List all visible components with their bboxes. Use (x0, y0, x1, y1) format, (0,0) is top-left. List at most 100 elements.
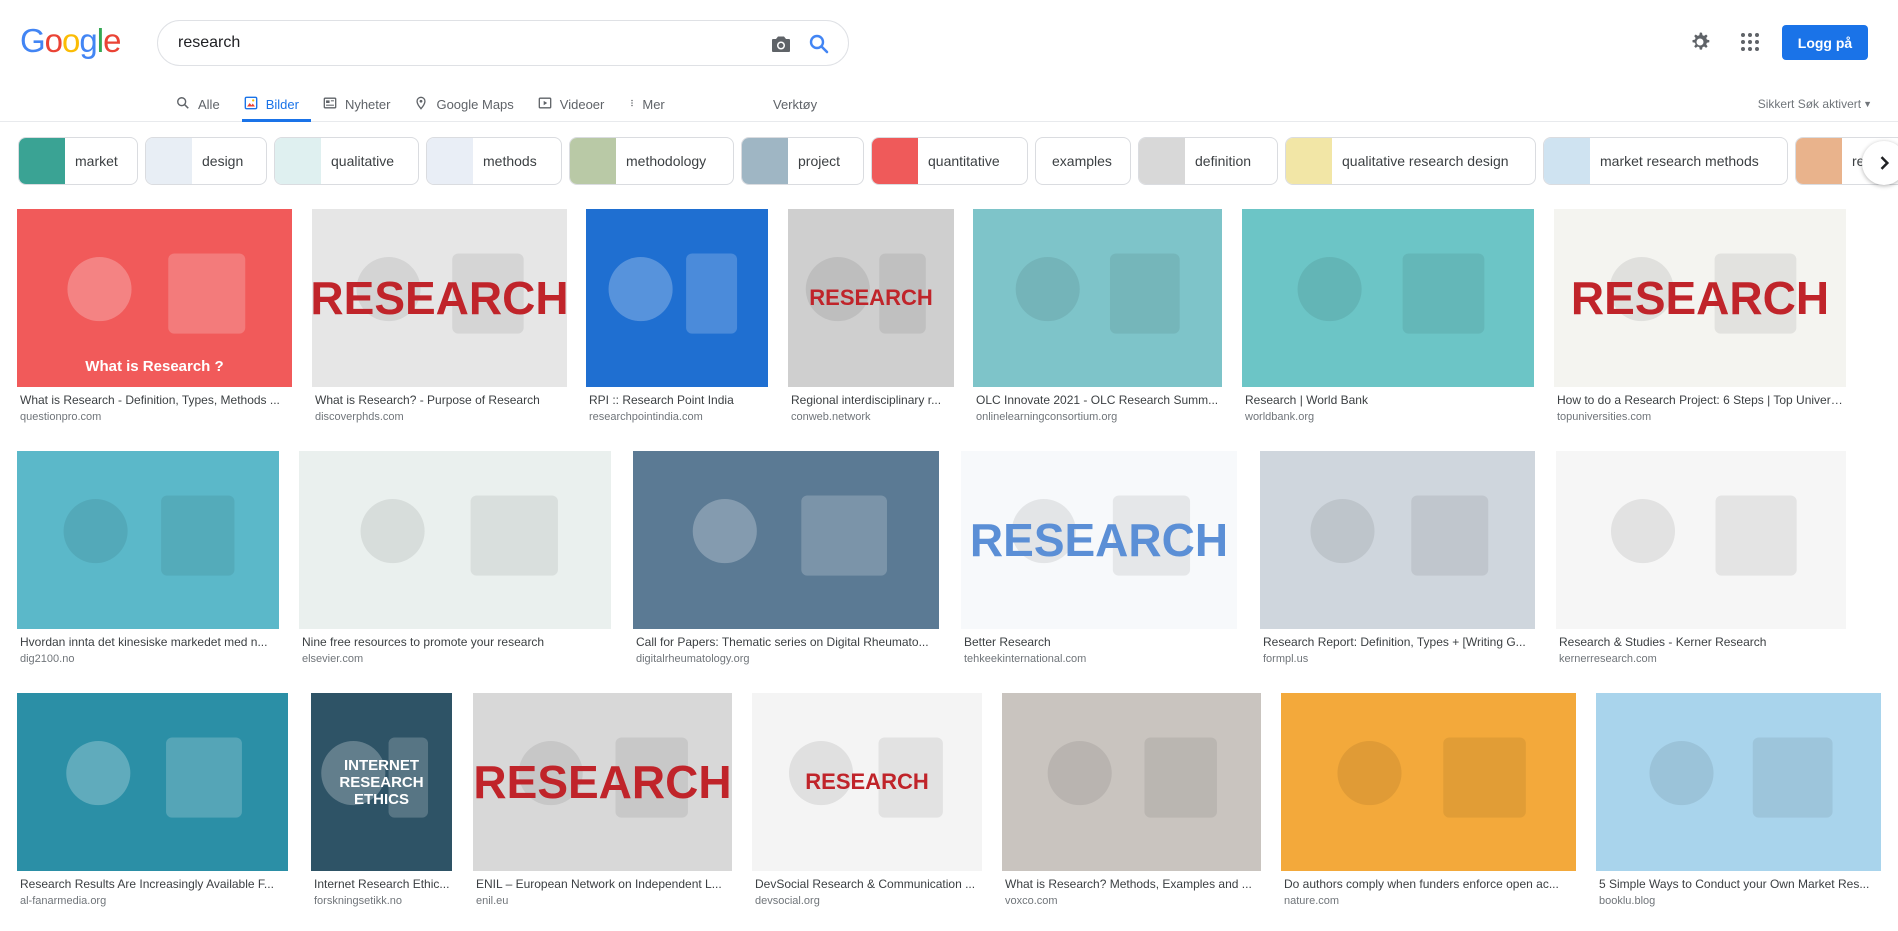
result-thumbnail[interactable] (17, 693, 288, 871)
chip-design[interactable]: design (145, 137, 267, 185)
image-result[interactable]: 5 Simple Ways to Conduct your Own Market… (1596, 693, 1881, 911)
image-result[interactable]: RESEARCH ENIL – European Network on Indep… (473, 693, 732, 911)
result-title[interactable]: Call for Papers: Thematic series on Digi… (636, 635, 939, 649)
result-title[interactable]: 5 Simple Ways to Conduct your Own Market… (1599, 877, 1881, 891)
result-title[interactable]: Research | World Bank (1245, 393, 1534, 407)
search-icon[interactable] (807, 32, 831, 56)
result-thumbnail[interactable] (1281, 693, 1576, 871)
search-input[interactable] (178, 21, 738, 65)
result-title[interactable]: Research Report: Definition, Types + [Wr… (1263, 635, 1535, 649)
image-result[interactable]: What is Research? Methods, Examples and … (1002, 693, 1261, 911)
chip-methods[interactable]: methods (426, 137, 562, 185)
result-source[interactable]: elsevier.com (302, 653, 611, 665)
result-title[interactable]: How to do a Research Project: 6 Steps | … (1557, 393, 1846, 407)
image-result[interactable]: Research Results Are Increasingly Availa… (17, 693, 288, 911)
result-title[interactable]: OLC Innovate 2021 - OLC Research Summ... (976, 393, 1222, 407)
image-result[interactable]: RESEARCH DevSocial Research & Communicati… (752, 693, 982, 911)
result-thumbnail[interactable]: RESEARCH (788, 209, 954, 387)
result-thumbnail[interactable]: INTERNET RESEARCH ETHICS (311, 693, 452, 871)
result-thumbnail[interactable]: RESEARCH (961, 451, 1237, 629)
camera-icon[interactable] (769, 32, 793, 56)
image-result[interactable]: What is Research ? What is Research - Def… (17, 209, 292, 427)
image-result[interactable]: Research & Studies - Kerner Research kern… (1556, 451, 1846, 669)
image-result[interactable]: RESEARCH Better Research tehkeekinternatio… (961, 451, 1237, 669)
result-title[interactable]: Do authors comply when funders enforce o… (1284, 877, 1576, 891)
image-result[interactable]: OLC Innovate 2021 - OLC Research Summ...… (973, 209, 1222, 427)
tab-bilder[interactable]: Bilder (232, 86, 312, 122)
image-result[interactable]: RESEARCH What is Research? - Purpose of R… (312, 209, 567, 427)
result-thumbnail[interactable] (1242, 209, 1534, 387)
gear-icon[interactable] (1688, 30, 1712, 54)
result-source[interactable]: kernerresearch.com (1559, 653, 1846, 665)
image-result[interactable]: RPI :: Research Point Indiaresearchpoint… (586, 209, 768, 427)
tab-alle[interactable]: Alle (176, 86, 232, 122)
result-source[interactable]: dig2100.no (20, 653, 279, 665)
result-thumbnail[interactable] (586, 209, 768, 387)
result-source[interactable]: onlinelearningconsortium.org (976, 411, 1222, 423)
result-thumbnail[interactable] (973, 209, 1222, 387)
result-thumbnail[interactable] (299, 451, 611, 629)
result-source[interactable]: nature.com (1284, 895, 1576, 907)
result-source[interactable]: formpl.us (1263, 653, 1535, 665)
result-title[interactable]: Research & Studies - Kerner Research (1559, 635, 1846, 649)
tools-button[interactable]: Verktøy (773, 86, 817, 122)
login-button[interactable]: Logg på (1782, 25, 1868, 60)
google-logo[interactable]: Google (20, 22, 121, 60)
chip-project[interactable]: project (741, 137, 864, 185)
chip-qualitative-research-design[interactable]: qualitative research design (1285, 137, 1536, 185)
tab-google-maps[interactable]: Google Maps (402, 86, 525, 122)
result-source[interactable]: forskningsetikk.no (314, 895, 452, 907)
image-result[interactable]: Research Report: Definition, Types + [Wr… (1260, 451, 1535, 669)
result-source[interactable]: questionpro.com (20, 411, 292, 423)
result-source[interactable]: worldbank.org (1245, 411, 1534, 423)
image-result[interactable]: Do authors comply when funders enforce o… (1281, 693, 1576, 911)
result-title[interactable]: Hvordan innta det kinesiske markedet med… (20, 635, 279, 649)
chip-definition[interactable]: definition (1138, 137, 1278, 185)
result-source[interactable]: topuniversities.com (1557, 411, 1846, 423)
result-title[interactable]: What is Research? Methods, Examples and … (1005, 877, 1261, 891)
chip-market-research-methods[interactable]: market research methods (1543, 137, 1788, 185)
result-source[interactable]: digitalrheumatology.org (636, 653, 939, 665)
result-title[interactable]: What is Research - Definition, Types, Me… (20, 393, 292, 407)
chip-market[interactable]: market (18, 137, 138, 185)
result-thumbnail[interactable] (1002, 693, 1261, 871)
result-title[interactable]: DevSocial Research & Communication ... (755, 877, 982, 891)
image-result[interactable]: RESEARCH How to do a Research Project: 6 … (1554, 209, 1846, 427)
apps-grid-icon[interactable] (1738, 30, 1762, 54)
chip-qualitative[interactable]: qualitative (274, 137, 419, 185)
tab-videoer[interactable]: Videoer (526, 86, 617, 122)
image-result[interactable]: INTERNET RESEARCH ETHICS Internet Researc… (311, 693, 452, 911)
result-source[interactable]: discoverphds.com (315, 411, 567, 423)
result-title[interactable]: Internet Research Ethic... (314, 877, 452, 891)
result-source[interactable]: researchpointindia.com (589, 411, 768, 423)
result-title[interactable]: ENIL – European Network on Independent L… (476, 877, 732, 891)
result-source[interactable]: voxco.com (1005, 895, 1261, 907)
image-result[interactable]: Hvordan innta det kinesiske markedet med… (17, 451, 279, 669)
result-thumbnail[interactable] (1556, 451, 1846, 629)
image-result[interactable]: RESEARCH Regional interdisciplinary r... c… (788, 209, 954, 427)
image-result[interactable]: Nine free resources to promote your rese… (299, 451, 611, 669)
chip-quantitative[interactable]: quantitative (871, 137, 1028, 185)
result-source[interactable]: enil.eu (476, 895, 732, 907)
result-thumbnail[interactable] (633, 451, 939, 629)
result-title[interactable]: RPI :: Research Point India (589, 393, 768, 407)
result-thumbnail[interactable] (1260, 451, 1535, 629)
result-title[interactable]: Nine free resources to promote your rese… (302, 635, 611, 649)
image-result[interactable]: Call for Papers: Thematic series on Digi… (633, 451, 939, 669)
chip-methodology[interactable]: methodology (569, 137, 734, 185)
result-thumbnail[interactable]: RESEARCH (312, 209, 567, 387)
image-result[interactable]: Research | World Bank worldbank.org (1242, 209, 1534, 427)
result-thumbnail[interactable]: RESEARCH (752, 693, 982, 871)
tab-mer[interactable]: Mer (616, 86, 676, 122)
result-title[interactable]: Regional interdisciplinary r... (791, 393, 954, 407)
result-source[interactable]: al-fanarmedia.org (20, 895, 288, 907)
result-source[interactable]: conweb.network (791, 411, 954, 423)
result-source[interactable]: devsocial.org (755, 895, 982, 907)
result-title[interactable]: Better Research (964, 635, 1237, 649)
result-thumbnail[interactable]: RESEARCH (473, 693, 732, 871)
safe-search-toggle[interactable]: Sikkert Søk aktivert ▼ (1758, 86, 1872, 122)
chips-next-button[interactable] (1862, 141, 1898, 185)
result-title[interactable]: Research Results Are Increasingly Availa… (20, 877, 288, 891)
chip-examples[interactable]: examples (1035, 137, 1131, 185)
result-source[interactable]: tehkeekinternational.com (964, 653, 1237, 665)
